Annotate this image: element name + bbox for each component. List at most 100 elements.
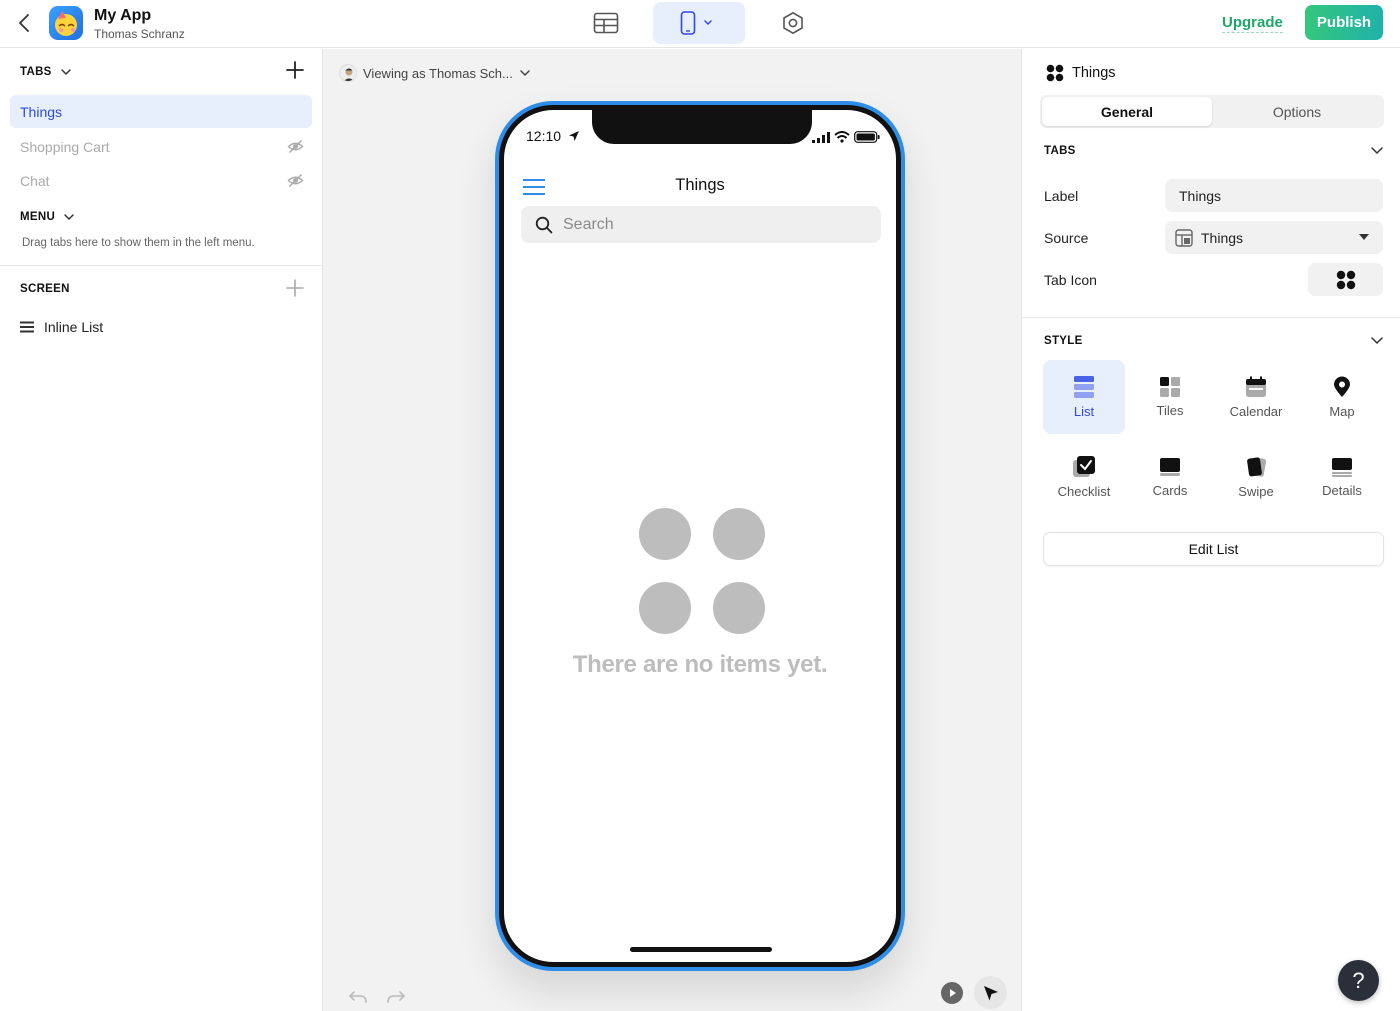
add-component-icon[interactable] (286, 279, 304, 297)
redo-icon[interactable] (385, 989, 407, 1005)
play-icon (950, 989, 956, 997)
component-label: Inline List (44, 319, 104, 335)
source-select-value: Things (1201, 229, 1244, 246)
publish-button[interactable]: Publish (1305, 5, 1383, 40)
undo-icon[interactable] (347, 989, 369, 1005)
tabs-config-heading: TABS (1044, 145, 1076, 157)
app-owner: Thomas Schranz (94, 27, 185, 41)
divider (0, 265, 322, 266)
tab-icon-picker[interactable] (1308, 263, 1383, 296)
home-indicator (630, 947, 772, 952)
panel-segmented-control: General Options (1040, 95, 1384, 128)
style-option-swipe[interactable]: Swipe (1215, 440, 1297, 514)
top-bar: My App Thomas Schranz Upgrade Publish (0, 0, 1400, 48)
hexagon-settings-icon (783, 12, 803, 34)
search-input[interactable] (563, 215, 843, 234)
style-heading: STYLE (1044, 335, 1083, 347)
tab-general[interactable]: General (1042, 97, 1212, 126)
play-preview-button[interactable] (941, 982, 963, 1004)
viewing-as-label: Viewing as Thomas Sch... (363, 65, 513, 81)
chevron-down-icon[interactable] (1370, 144, 1384, 158)
tab-item-chat[interactable]: Chat (10, 164, 312, 197)
map-pin-icon (1334, 376, 1350, 397)
menu-section-header[interactable]: MENU (20, 211, 75, 223)
app-logo (49, 6, 83, 40)
help-button[interactable]: ? (1338, 960, 1379, 1001)
tabs-section-header[interactable]: TABS (20, 66, 72, 78)
data-editor-button[interactable] (560, 2, 652, 44)
caret-down-icon (1359, 234, 1369, 240)
phone-notch (592, 110, 812, 144)
table-source-icon (1175, 228, 1193, 247)
preview-canvas: Viewing as Thomas Sch... 12:10 Things Se… (323, 49, 1021, 1011)
layout-editor-button[interactable] (653, 2, 745, 44)
tab-item-label: Things (20, 103, 63, 120)
style-option-checklist[interactable]: Checklist (1043, 440, 1125, 514)
location-arrow-icon (568, 131, 579, 141)
four-dots-icon (1046, 64, 1064, 82)
chevron-down-icon (64, 214, 74, 221)
signal-icon (812, 131, 830, 143)
screen-title: Things (675, 176, 725, 194)
checklist-icon (1073, 455, 1095, 477)
screen-heading: SCREEN (20, 283, 70, 295)
select-mode-button[interactable] (974, 976, 1007, 1009)
style-option-list[interactable]: List (1043, 360, 1125, 434)
tabs-heading: TABS (20, 66, 52, 78)
tab-item-shopping-cart[interactable]: Shopping Cart (10, 130, 312, 163)
screen-section-header: SCREEN (20, 283, 70, 295)
search-bar[interactable] (521, 206, 881, 243)
upgrade-link[interactable]: Upgrade (1222, 14, 1283, 33)
menu-heading: MENU (20, 211, 56, 223)
list-icon (20, 321, 34, 333)
swipe-icon (1247, 456, 1267, 477)
wifi-icon (834, 131, 850, 143)
battery-icon (854, 131, 880, 143)
divider (1022, 317, 1400, 318)
chevron-down-icon[interactable] (1370, 334, 1384, 348)
avatar (339, 64, 357, 82)
tiles-icon (1160, 376, 1180, 397)
status-time: 12:10 (526, 128, 580, 144)
back-icon[interactable] (14, 12, 36, 34)
chevron-down-icon (520, 70, 530, 77)
style-option-calendar[interactable]: Calendar (1215, 360, 1297, 434)
menu-hint: Drag tabs here to show them in the left … (22, 237, 255, 249)
tab-item-label: Shopping Cart (20, 138, 110, 155)
right-panel: Things General Options TABS Label Things… (1021, 49, 1400, 1011)
tab-item-things[interactable]: Things (10, 95, 312, 128)
label-field-label: Label (1044, 188, 1079, 204)
settings-button[interactable] (747, 2, 839, 44)
app-name: My App (94, 7, 152, 24)
phone-icon (680, 11, 696, 35)
chevron-down-icon (704, 20, 712, 26)
tab-icon-field-label: Tab Icon (1044, 272, 1097, 288)
label-input[interactable]: Things (1165, 179, 1383, 212)
cards-icon (1160, 457, 1180, 476)
four-dots-icon (1336, 270, 1355, 289)
status-icons (812, 131, 880, 143)
component-inline-list[interactable]: Inline List (20, 319, 103, 335)
eye-off-icon[interactable] (287, 138, 304, 155)
search-icon (535, 216, 553, 233)
phone-screen: 12:10 Things Search There are no items y… (504, 110, 896, 962)
style-option-cards[interactable]: Cards (1129, 440, 1211, 514)
list-style-icon (1074, 375, 1094, 398)
edit-list-button[interactable]: Edit List (1043, 532, 1384, 566)
source-field-label: Source (1044, 230, 1089, 246)
component-title-label: Things (1072, 65, 1116, 81)
component-title: Things (1046, 64, 1116, 82)
source-select[interactable]: Things (1165, 221, 1383, 254)
add-tab-icon[interactable] (286, 61, 304, 79)
left-panel: TABS Things Shopping Cart Chat MENU Drag… (0, 49, 323, 1011)
style-option-details[interactable]: Details (1301, 440, 1383, 514)
style-option-tiles[interactable]: Tiles (1129, 360, 1211, 434)
phone-frame: 12:10 Things Search There are no items y… (495, 101, 905, 971)
empty-state-icon (639, 508, 765, 634)
tab-item-label: Chat (20, 172, 50, 189)
details-icon (1332, 457, 1352, 477)
viewing-as-selector[interactable]: Viewing as Thomas Sch... (339, 64, 531, 82)
style-option-map[interactable]: Map (1301, 360, 1383, 434)
tab-options[interactable]: Options (1212, 97, 1382, 126)
eye-off-icon[interactable] (287, 172, 304, 189)
